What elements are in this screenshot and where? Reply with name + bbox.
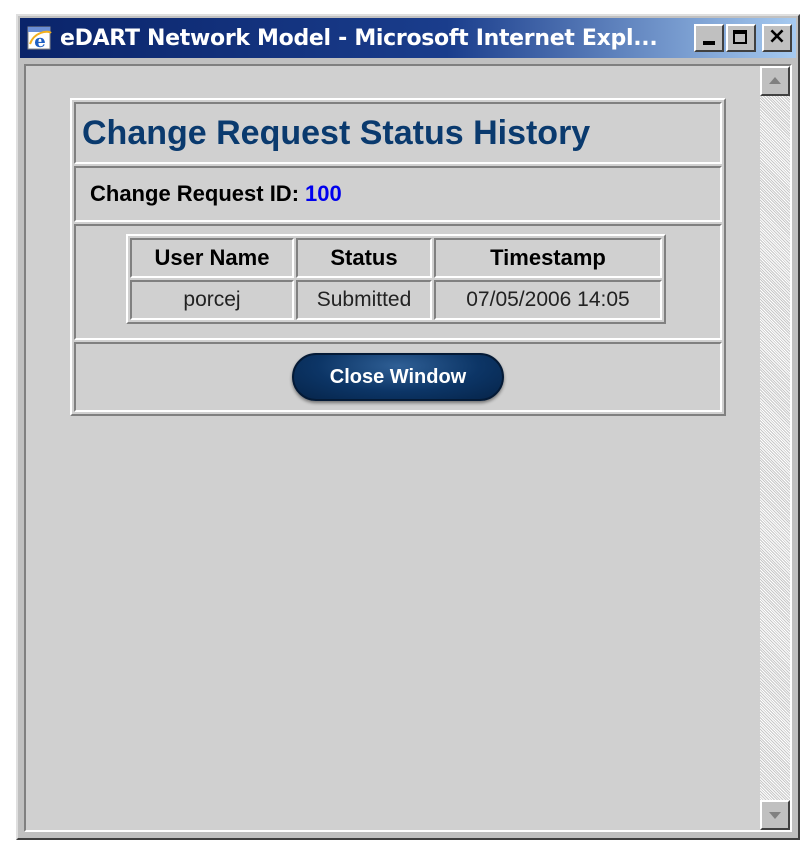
arrow-up-icon [769,77,781,84]
close-window-button[interactable]: × [762,24,792,52]
scroll-up-button[interactable] [760,66,790,96]
column-header-user-name: User Name [130,238,294,278]
internet-explorer-icon: e [27,26,52,52]
history-table-cell: User Name Status Timestamp porcej Submit… [74,224,722,340]
table-header-row: User Name Status Timestamp [130,238,662,278]
page-title: Change Request Status History [82,113,591,152]
table-row: porcej Submitted 07/05/2006 14:05 [130,280,662,320]
window-title: eDART Network Model - Microsoft Internet… [60,25,658,51]
cell-status: Submitted [296,280,432,320]
page-viewport: Change Request Status History Change Req… [24,64,792,832]
close-window-action-button[interactable]: Close Window [292,353,504,401]
column-header-status: Status [296,238,432,278]
arrow-down-icon [769,812,781,819]
cell-user-name: porcej [130,280,294,320]
minimize-button[interactable] [694,24,724,52]
change-request-id-value: 100 [305,181,342,206]
scroll-down-button[interactable] [760,800,790,830]
status-history-table: User Name Status Timestamp porcej Submit… [126,234,666,324]
change-request-id-row: Change Request ID: 100 [74,166,722,222]
minimize-icon [703,41,715,45]
actions-cell: Close Window [74,342,722,412]
title-cell: Change Request Status History [74,102,722,164]
title-bar[interactable]: e eDART Network Model - Microsoft Intern… [20,18,796,58]
browser-window: e eDART Network Model - Microsoft Intern… [16,14,800,840]
change-request-id-label: Change Request ID: [90,181,300,206]
column-header-timestamp: Timestamp [434,238,662,278]
vertical-scrollbar[interactable] [760,66,790,830]
status-history-panel: Change Request Status History Change Req… [70,98,726,416]
window-controls: × [694,24,792,52]
maximize-button[interactable] [726,24,756,52]
maximize-icon [733,30,747,44]
cell-timestamp: 07/05/2006 14:05 [434,280,662,320]
close-icon: × [767,24,787,49]
